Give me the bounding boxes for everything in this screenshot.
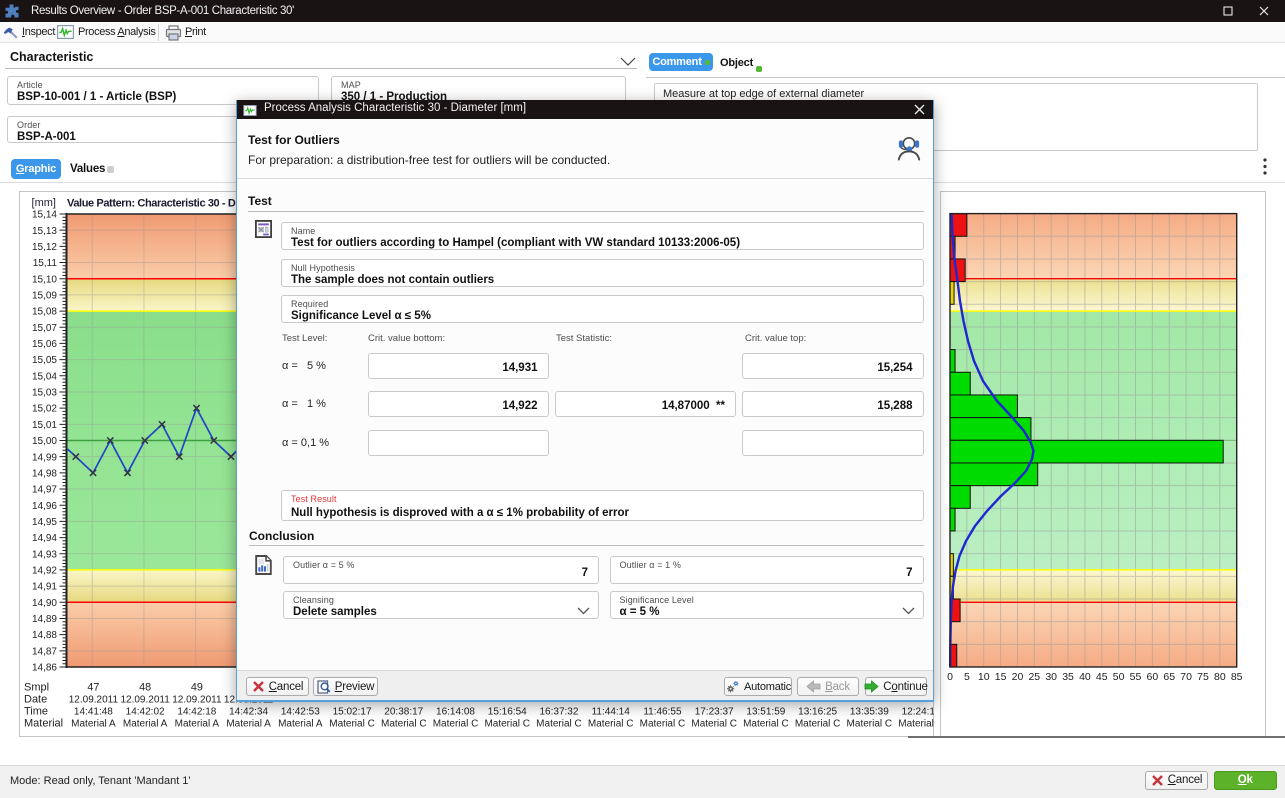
- svg-text:14,93: 14,93: [32, 549, 57, 560]
- svg-text:14,92: 14,92: [32, 566, 57, 577]
- svg-text:Material: Material: [24, 718, 63, 730]
- svg-text:13:35:39: 13:35:39: [850, 707, 889, 718]
- svg-text:14,95: 14,95: [32, 517, 57, 528]
- svg-text:Material C: Material C: [743, 719, 789, 730]
- svg-text:[mm]: [mm]: [32, 197, 56, 209]
- svg-text:Time: Time: [24, 706, 48, 718]
- svg-text:Material C: Material C: [588, 719, 634, 730]
- svg-text:Material A: Material A: [175, 719, 220, 730]
- svg-text:13:51:59: 13:51:59: [746, 707, 785, 718]
- svg-text:15,00: 15,00: [32, 436, 57, 447]
- svg-text:Material C: Material C: [795, 719, 841, 730]
- svg-text:15,02: 15,02: [32, 404, 57, 415]
- svg-text:15,12: 15,12: [32, 242, 57, 253]
- svg-text:12:24:10: 12:24:10: [902, 707, 934, 718]
- svg-text:14,97: 14,97: [32, 485, 57, 496]
- svg-text:Material C: Material C: [433, 719, 479, 730]
- svg-text:14:42:18: 14:42:18: [177, 707, 216, 718]
- svg-text:14:42:53: 14:42:53: [281, 707, 320, 718]
- svg-text:15:16:54: 15:16:54: [488, 707, 527, 718]
- svg-text:15,14: 15,14: [32, 210, 57, 221]
- svg-text:14:41:48: 14:41:48: [74, 707, 113, 718]
- svg-text:13:16:25: 13:16:25: [798, 707, 837, 718]
- svg-text:Material C: Material C: [329, 719, 375, 730]
- svg-text:45: 45: [1096, 671, 1108, 683]
- svg-text:15,03: 15,03: [32, 388, 57, 399]
- svg-text:15,10: 15,10: [32, 274, 57, 285]
- svg-text:Material A: Material A: [71, 719, 116, 730]
- svg-text:15,13: 15,13: [32, 226, 57, 237]
- svg-text:49: 49: [191, 682, 203, 694]
- svg-text:10: 10: [978, 671, 990, 683]
- svg-text:15,05: 15,05: [32, 355, 57, 366]
- svg-text:50: 50: [1113, 671, 1125, 683]
- svg-text:17:23:37: 17:23:37: [695, 707, 734, 718]
- svg-text:15,04: 15,04: [32, 371, 57, 382]
- svg-text:Material A: Material A: [278, 719, 323, 730]
- svg-text:15,07: 15,07: [32, 323, 57, 334]
- svg-text:20:38:17: 20:38:17: [384, 707, 423, 718]
- svg-text:14,88: 14,88: [32, 630, 57, 641]
- svg-text:11:46:55: 11:46:55: [643, 707, 682, 718]
- svg-text:Smpl: Smpl: [24, 682, 49, 694]
- svg-text:47: 47: [87, 682, 99, 694]
- svg-text:40: 40: [1079, 671, 1091, 683]
- svg-text:14,90: 14,90: [32, 598, 57, 609]
- svg-text:15,06: 15,06: [32, 339, 57, 350]
- svg-text:Material A: Material A: [123, 719, 168, 730]
- svg-text:14:42:02: 14:42:02: [126, 707, 165, 718]
- svg-text:48: 48: [139, 682, 151, 694]
- svg-text:16:14:08: 16:14:08: [436, 707, 475, 718]
- svg-text:80: 80: [1214, 671, 1226, 683]
- svg-text:Material C: Material C: [691, 719, 737, 730]
- svg-text:70: 70: [1180, 671, 1192, 683]
- svg-text:60: 60: [1147, 671, 1159, 683]
- svg-text:15: 15: [995, 671, 1007, 683]
- svg-text:Date: Date: [24, 694, 47, 706]
- svg-text:15,01: 15,01: [32, 420, 57, 431]
- svg-text:16:37:32: 16:37:32: [540, 707, 579, 718]
- svg-text:15,11: 15,11: [33, 258, 58, 269]
- svg-text:15,09: 15,09: [32, 290, 57, 301]
- svg-text:Material A: Material A: [226, 719, 271, 730]
- svg-text:12.09.2011: 12.09.2011: [172, 695, 222, 706]
- svg-text:Material C: Material C: [536, 719, 582, 730]
- svg-text:14,94: 14,94: [32, 533, 57, 544]
- svg-text:65: 65: [1163, 671, 1175, 683]
- svg-text:14,98: 14,98: [32, 468, 57, 479]
- svg-text:14,87: 14,87: [32, 646, 57, 657]
- svg-text:14,99: 14,99: [32, 452, 57, 463]
- svg-text:0: 0: [947, 671, 953, 683]
- svg-text:Material C: Material C: [381, 719, 427, 730]
- svg-text:14,91: 14,91: [32, 582, 57, 593]
- svg-text:Material C: Material C: [640, 719, 686, 730]
- svg-text:55: 55: [1130, 671, 1142, 683]
- svg-text:14,86: 14,86: [32, 663, 57, 674]
- svg-text:Material C: Material C: [484, 719, 530, 730]
- svg-text:25: 25: [1028, 671, 1040, 683]
- svg-text:75: 75: [1197, 671, 1209, 683]
- svg-text:14:42:34: 14:42:34: [229, 707, 268, 718]
- svg-text:11:44:14: 11:44:14: [592, 707, 631, 718]
- svg-text:12.09.2011: 12.09.2011: [120, 695, 170, 706]
- svg-text:14,96: 14,96: [32, 501, 57, 512]
- svg-text:Material C: Material C: [847, 719, 893, 730]
- svg-text:15:02:17: 15:02:17: [333, 707, 372, 718]
- svg-text:12.09.2011: 12.09.2011: [69, 695, 119, 706]
- svg-text:5: 5: [964, 671, 970, 683]
- svg-text:85: 85: [1231, 671, 1243, 683]
- svg-text:30: 30: [1045, 671, 1057, 683]
- svg-text:Material C: Material C: [898, 719, 934, 730]
- svg-text:35: 35: [1062, 671, 1074, 683]
- svg-text:14,89: 14,89: [32, 614, 57, 625]
- svg-text:15,08: 15,08: [32, 307, 57, 318]
- svg-text:20: 20: [1012, 671, 1024, 683]
